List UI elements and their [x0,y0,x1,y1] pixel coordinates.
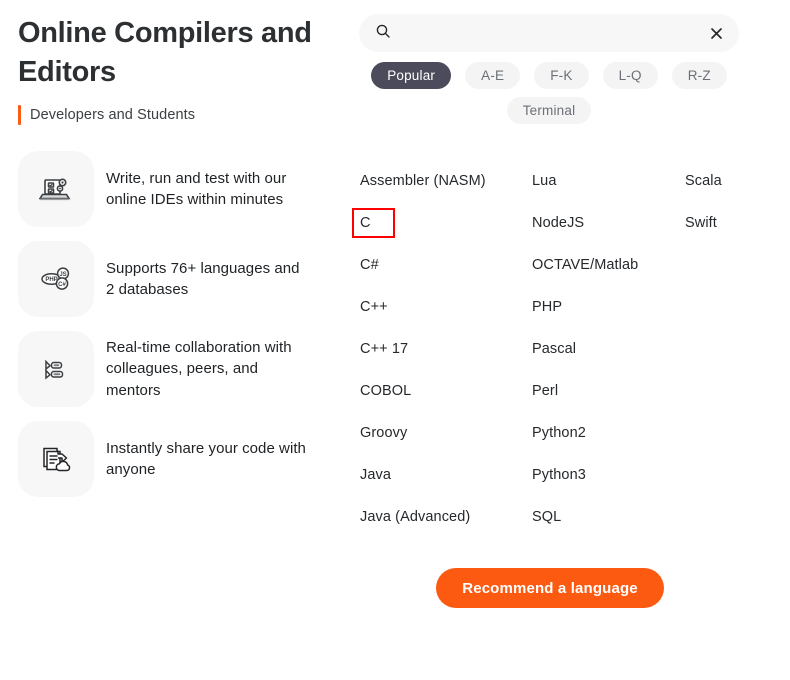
language-column: Assembler (NASM) C C# C++ C++ 17 COBOL G… [352,160,526,538]
language-label: COBOL [360,383,412,399]
feature-item: Write, run and test with our online IDEs… [18,151,342,228]
close-icon[interactable] [708,27,725,40]
subtitle-label: Developers and Students [30,107,196,124]
language-label: NodeJS [532,215,585,231]
language-label: Lua [532,173,557,189]
intro-pane: Online Compilers and Editors Developers … [0,0,352,680]
language-browser-pane: Popular A-E F-K L-Q R-Z Terminal Assembl… [352,0,790,680]
language-item[interactable]: NodeJS [530,202,680,244]
language-label: Assembler (NASM) [360,173,486,189]
language-label: SQL [532,509,562,525]
language-label: C [352,208,395,238]
language-label: Groovy [360,425,408,441]
page-title: Online Compilers and Editors [18,17,312,88]
language-item[interactable]: C# [358,244,526,286]
language-label: C++ [360,299,388,315]
filter-pill-group: Popular A-E F-K L-Q R-Z Terminal [359,62,739,124]
language-item[interactable]: COBOL [358,370,526,412]
feature-text: Instantly share your code with anyone [106,439,306,479]
filter-pill-r-z[interactable]: R-Z [671,62,727,89]
language-item[interactable]: Perl [530,370,680,412]
language-item[interactable]: Assembler (NASM) [358,160,526,202]
language-item[interactable]: Scala [683,160,783,202]
filter-pill-popular[interactable]: Popular [371,62,452,89]
search-icon [376,24,390,43]
language-item[interactable]: PHP [530,286,680,328]
svg-text:JS: JS [59,272,66,278]
filter-pill-terminal[interactable]: Terminal [506,97,592,124]
language-item[interactable]: Swift [683,202,783,244]
cta-container: Recommend a language [352,568,790,608]
filter-pill-f-k[interactable]: F-K [534,62,589,89]
feature-item: Instantly share your code with anyone [18,421,342,498]
language-item[interactable]: Java [358,454,526,496]
language-item[interactable]: Groovy [358,412,526,454]
svg-text:C#: C# [58,282,66,288]
language-label: Swift [685,215,717,231]
language-label: Pascal [532,341,577,357]
language-label: Perl [532,383,559,399]
language-item[interactable]: OCTAVE/Matlab [530,244,680,286]
language-item[interactable]: C++ [358,286,526,328]
language-label: Java (Advanced) [360,509,471,525]
feature-item: PHP JS C# Supports 76+ languages and 2 d… [18,241,342,318]
filter-pill-l-q[interactable]: L-Q [602,62,658,89]
language-column: Scala Swift [683,160,783,244]
language-item[interactable]: Python2 [530,412,680,454]
language-item-c[interactable]: C [352,202,526,244]
search-input[interactable] [402,14,708,52]
language-column: Lua NodeJS OCTAVE/Matlab PHP Pascal Perl… [530,160,680,538]
language-label: Scala [685,173,722,189]
language-item[interactable]: Java (Advanced) [358,496,526,538]
feature-text: Real-time collaboration with colleagues,… [106,339,292,399]
accent-bar [18,105,21,126]
language-label: PHP [532,299,563,315]
share-document-cloud-icon [18,421,94,498]
language-item[interactable]: Lua [530,160,680,202]
language-item[interactable]: Pascal [530,328,680,370]
feature-item: Real-time collaboration with colleagues,… [18,331,342,408]
collaboration-cursors-icon [18,331,94,408]
recommend-language-button[interactable]: Recommend a language [436,568,664,608]
language-item[interactable]: Python3 [530,454,680,496]
search-bar[interactable] [359,14,739,52]
filter-pill-a-e[interactable]: A-E [465,62,521,89]
languages-bubbles-icon: PHP JS C# [18,241,94,318]
language-label: C# [360,257,379,273]
language-label: Python2 [532,425,586,441]
laptop-settings-icon [18,151,94,228]
feature-text: Supports 76+ languages and 2 databases [106,259,300,299]
subtitle: Developers and Students [18,105,342,126]
feature-list: Write, run and test with our online IDEs… [18,151,342,498]
language-label: OCTAVE/Matlab [532,257,639,273]
language-item[interactable]: C++ 17 [358,328,526,370]
language-label: Python3 [532,467,586,483]
language-item[interactable]: SQL [530,496,680,538]
language-label: Java [360,467,392,483]
language-label: C++ 17 [360,341,409,357]
feature-text: Write, run and test with our online IDEs… [106,169,287,209]
